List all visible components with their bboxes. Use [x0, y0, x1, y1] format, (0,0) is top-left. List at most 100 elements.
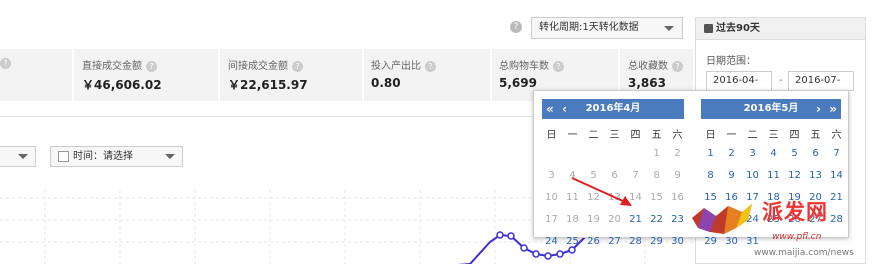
month-header-left: « ‹ 2016年4月	[542, 99, 684, 119]
watermark-footer: www.maijia.com/news	[754, 248, 854, 258]
weekday-header: 四	[630, 130, 641, 141]
data-point	[532, 250, 540, 258]
weekday-header: 日	[546, 130, 557, 141]
date-panel-header[interactable]: 过去90天	[696, 18, 865, 40]
calendar-day[interactable]: 21	[625, 211, 646, 228]
weekday-header: 二	[588, 130, 599, 141]
stat-label: 投入产出比	[371, 61, 421, 72]
time-filter-checkbox[interactable]	[58, 151, 69, 162]
end-date-input[interactable]: 2016-07-19	[788, 71, 854, 104]
calendar-day[interactable]: 4	[763, 145, 784, 162]
calendar-day: 10	[545, 192, 558, 203]
calendar-day[interactable]: 8	[700, 167, 721, 184]
stat-label: 直接成交金额	[82, 61, 142, 72]
month-title: 2016年4月	[585, 103, 641, 114]
calendar-day[interactable]: 3	[742, 145, 763, 162]
watermark-site: www.pfl.cn	[772, 232, 822, 242]
stat-item: 间接成交金额? ￥22,615.97	[220, 49, 362, 101]
data-point	[520, 244, 528, 252]
weekday-header: 三	[768, 130, 779, 141]
calendar-day[interactable]: 25	[562, 233, 583, 250]
stat-item: 直接成交金额? ￥46,606.02	[74, 49, 218, 101]
help-icon[interactable]: ?	[146, 60, 157, 72]
data-point	[507, 232, 515, 240]
help-icon[interactable]: ?	[0, 58, 11, 69]
calendar-day[interactable]: 29	[646, 233, 667, 250]
calendar-day[interactable]: 24	[541, 233, 562, 250]
weekday-header: 二	[747, 130, 758, 141]
stat-item: ?	[0, 49, 72, 101]
calendar-day[interactable]: 30	[667, 233, 688, 250]
calendar-day[interactable]: 9	[721, 167, 742, 184]
stat-item: 投入产出比? 0.80	[364, 49, 490, 101]
weekday-header: 六	[831, 130, 842, 141]
start-date-input[interactable]: 2016-04-21	[706, 71, 772, 104]
watermark-logo-icon	[692, 204, 752, 234]
stat-value: 0.80	[371, 76, 401, 90]
divider	[0, 116, 540, 117]
annotation-arrow-icon	[571, 177, 632, 206]
time-filter-select[interactable]: 时间：请选择	[50, 146, 183, 167]
calendar-day: 3	[548, 170, 555, 181]
weekday-header: 六	[672, 130, 683, 141]
calendar-day: 9	[674, 170, 681, 181]
data-point	[496, 231, 504, 239]
date-range-label: 日期范围：	[706, 56, 756, 67]
watermark-title: 派发网	[762, 199, 828, 224]
prev-year-icon[interactable]: «	[546, 99, 554, 119]
calendar-day: 16	[671, 192, 684, 203]
calendar-day[interactable]: 13	[805, 167, 826, 184]
time-filter-value: 请选择	[103, 151, 133, 162]
calendar-day[interactable]: 2	[721, 145, 742, 162]
calendar-day: 8	[653, 170, 660, 181]
weekday-header: 五	[651, 130, 662, 141]
chevron-down-icon	[664, 26, 674, 31]
help-icon[interactable]: ?	[292, 60, 303, 72]
calendar-day: 20	[608, 214, 621, 225]
stat-value: ￥22,615.97	[228, 78, 308, 92]
conversion-cycle-select[interactable]: 转化周期:1天转化数据	[531, 17, 683, 39]
calendar-day: 19	[587, 214, 600, 225]
weekday-header: 日	[705, 130, 716, 141]
chevron-down-icon	[165, 154, 175, 159]
stat-label: 总收藏数	[628, 61, 668, 72]
watermark: 派发网 www.pfl.cn www.maijia.com/news	[690, 196, 879, 264]
weekday-header: 五	[810, 130, 821, 141]
next-month-icon[interactable]: ›	[816, 99, 821, 119]
stat-value: 3,863	[628, 76, 666, 90]
calendar-day[interactable]: 26	[583, 233, 604, 250]
calendar-day: 2	[674, 148, 681, 159]
calendar-day[interactable]: 1	[700, 145, 721, 162]
calendar-day: 17	[545, 214, 558, 225]
help-icon[interactable]: ?	[672, 60, 683, 72]
weekday-header: 四	[789, 130, 800, 141]
calendar-day: 15	[650, 192, 663, 203]
date-panel-title: 过去90天	[716, 23, 760, 34]
calendar-day[interactable]: 14	[826, 167, 847, 184]
calendar-icon	[704, 24, 713, 33]
calendar-day[interactable]: 23	[667, 211, 688, 228]
calendar-day[interactable]: 28	[625, 233, 646, 250]
calendar-day[interactable]: 11	[763, 167, 784, 184]
stat-value: 5,699	[499, 76, 537, 90]
calendar-day[interactable]: 7	[826, 145, 847, 162]
conversion-cycle-label: 转化周期:1天转化数据	[539, 22, 639, 33]
help-icon[interactable]: ?	[425, 60, 436, 72]
help-icon[interactable]: ?	[510, 21, 522, 33]
calendar-day[interactable]: 22	[646, 211, 667, 228]
calendar-day[interactable]: 6	[805, 145, 826, 162]
help-icon[interactable]: ?	[553, 60, 564, 72]
calendar-day[interactable]: 27	[604, 233, 625, 250]
calendar-day[interactable]: 12	[784, 167, 805, 184]
calendar-day[interactable]: 10	[742, 167, 763, 184]
metric-select[interactable]	[0, 146, 36, 167]
stat-value: ￥46,606.02	[82, 78, 162, 92]
stat-label: 间接成交金额	[228, 61, 288, 72]
calendar-day[interactable]: 5	[784, 145, 805, 162]
next-year-icon[interactable]: »	[829, 99, 837, 119]
prev-month-icon[interactable]: ‹	[562, 99, 567, 119]
weekday-header: 一	[567, 130, 578, 141]
month-header-right: 2016年5月 › »	[701, 99, 841, 119]
chevron-down-icon	[18, 154, 28, 159]
data-point	[544, 252, 552, 260]
